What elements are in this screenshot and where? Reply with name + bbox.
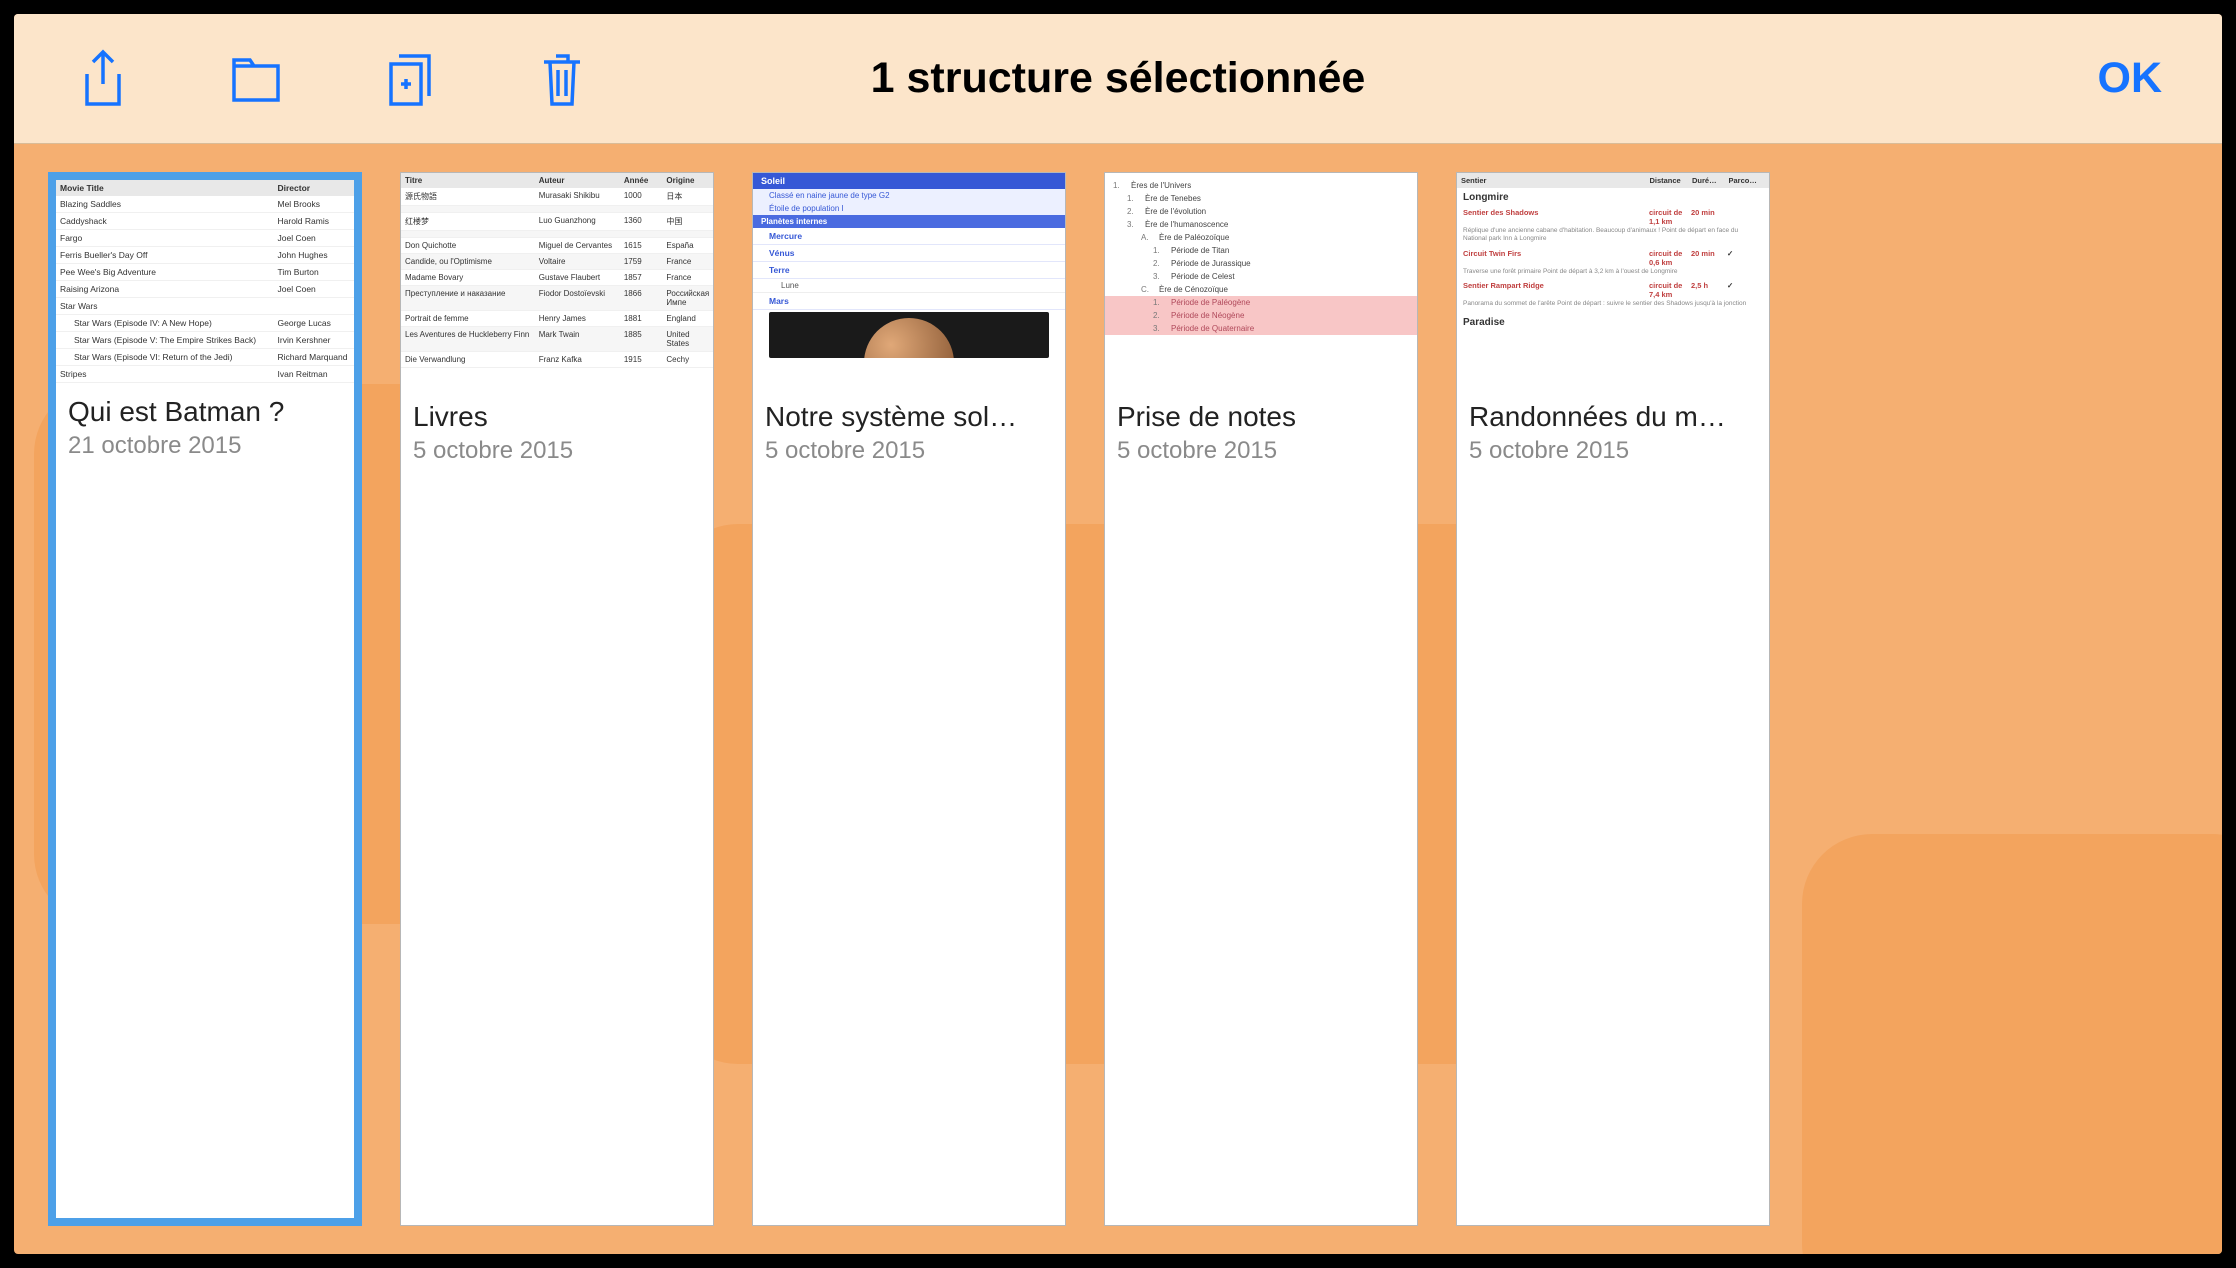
document-card[interactable]: Sentier Distance Duré… Parco… Longmire S… bbox=[1456, 172, 1770, 1226]
document-date: 5 octobre 2015 bbox=[1117, 437, 1405, 465]
thumb-item: Vénus bbox=[753, 245, 1065, 262]
trash-icon[interactable] bbox=[533, 47, 591, 111]
thumb-image bbox=[769, 312, 1049, 358]
document-title: Prise de notes bbox=[1117, 401, 1405, 433]
col-header: Année bbox=[624, 176, 667, 185]
document-date: 5 octobre 2015 bbox=[765, 437, 1053, 465]
col-header: Sentier bbox=[1461, 176, 1649, 185]
thumb-text: Étoile de population I bbox=[753, 202, 1065, 215]
document-title: Randonnées du m… bbox=[1469, 401, 1757, 433]
document-date: 5 octobre 2015 bbox=[1469, 437, 1757, 465]
col-header: Distance bbox=[1649, 176, 1692, 185]
document-title: Notre système sol… bbox=[765, 401, 1053, 433]
ok-button[interactable]: OK bbox=[2098, 54, 2163, 103]
document-thumbnail: Sentier Distance Duré… Parco… Longmire S… bbox=[1457, 173, 1769, 391]
document-thumbnail: 1.Ères de l'Univers1.Ère de Tenebes2.Ère… bbox=[1105, 173, 1417, 391]
card-info: Qui est Batman ? 21 octobre 2015 bbox=[56, 386, 354, 472]
col-header: Auteur bbox=[539, 176, 624, 185]
document-card[interactable]: Movie TitleDirector Blazing SaddlesMel B… bbox=[48, 172, 362, 1226]
document-card[interactable]: Soleil Classé en naine jaune de type G2 … bbox=[752, 172, 1066, 1226]
col-header: Movie Title bbox=[60, 183, 278, 193]
document-title: Qui est Batman ? bbox=[68, 396, 342, 428]
card-info: Prise de notes 5 octobre 2015 bbox=[1105, 391, 1417, 477]
document-thumbnail: Titre Auteur Année Origine 源氏物語Murasaki … bbox=[401, 173, 713, 391]
card-info: Randonnées du m… 5 octobre 2015 bbox=[1457, 391, 1769, 477]
thumb-section: Planètes internes bbox=[753, 215, 1065, 228]
share-icon[interactable] bbox=[74, 47, 132, 111]
document-thumbnail: Movie TitleDirector Blazing SaddlesMel B… bbox=[56, 180, 354, 386]
col-header: Parco… bbox=[1728, 176, 1764, 185]
document-card[interactable]: Titre Auteur Année Origine 源氏物語Murasaki … bbox=[400, 172, 714, 1226]
col-header: Director bbox=[278, 183, 311, 193]
app-frame: 1 structure sélectionnée OK Movie TitleD… bbox=[14, 14, 2222, 1254]
document-title: Livres bbox=[413, 401, 701, 433]
thumb-group: Longmire bbox=[1457, 188, 1769, 207]
bg-decoration bbox=[1802, 834, 2222, 1254]
thumb-item: Mars bbox=[753, 293, 1065, 310]
col-header: Origine bbox=[666, 176, 709, 185]
col-header: Duré… bbox=[1692, 176, 1728, 185]
thumb-group: Paradise bbox=[1457, 313, 1769, 332]
thumb-text: Classé en naine jaune de type G2 bbox=[753, 189, 1065, 202]
card-info: Livres 5 octobre 2015 bbox=[401, 391, 713, 477]
thumb-subitem: Lune bbox=[753, 279, 1065, 293]
thumb-item: Terre bbox=[753, 262, 1065, 279]
thumb-header: Soleil bbox=[753, 173, 1065, 189]
card-info: Notre système sol… 5 octobre 2015 bbox=[753, 391, 1065, 477]
toolbar-actions bbox=[74, 47, 591, 111]
thumb-item: Mercure bbox=[753, 228, 1065, 245]
col-header: Titre bbox=[405, 176, 539, 185]
document-date: 21 octobre 2015 bbox=[68, 432, 342, 460]
document-date: 5 octobre 2015 bbox=[413, 437, 701, 465]
page-title: 1 structure sélectionnée bbox=[871, 54, 1366, 103]
folder-icon[interactable] bbox=[227, 47, 285, 111]
toolbar: 1 structure sélectionnée OK bbox=[14, 14, 2222, 144]
document-thumbnail: Soleil Classé en naine jaune de type G2 … bbox=[753, 173, 1065, 391]
duplicate-icon[interactable] bbox=[380, 47, 438, 111]
document-card[interactable]: 1.Ères de l'Univers1.Ère de Tenebes2.Ère… bbox=[1104, 172, 1418, 1226]
documents-grid: Movie TitleDirector Blazing SaddlesMel B… bbox=[14, 144, 2222, 1254]
